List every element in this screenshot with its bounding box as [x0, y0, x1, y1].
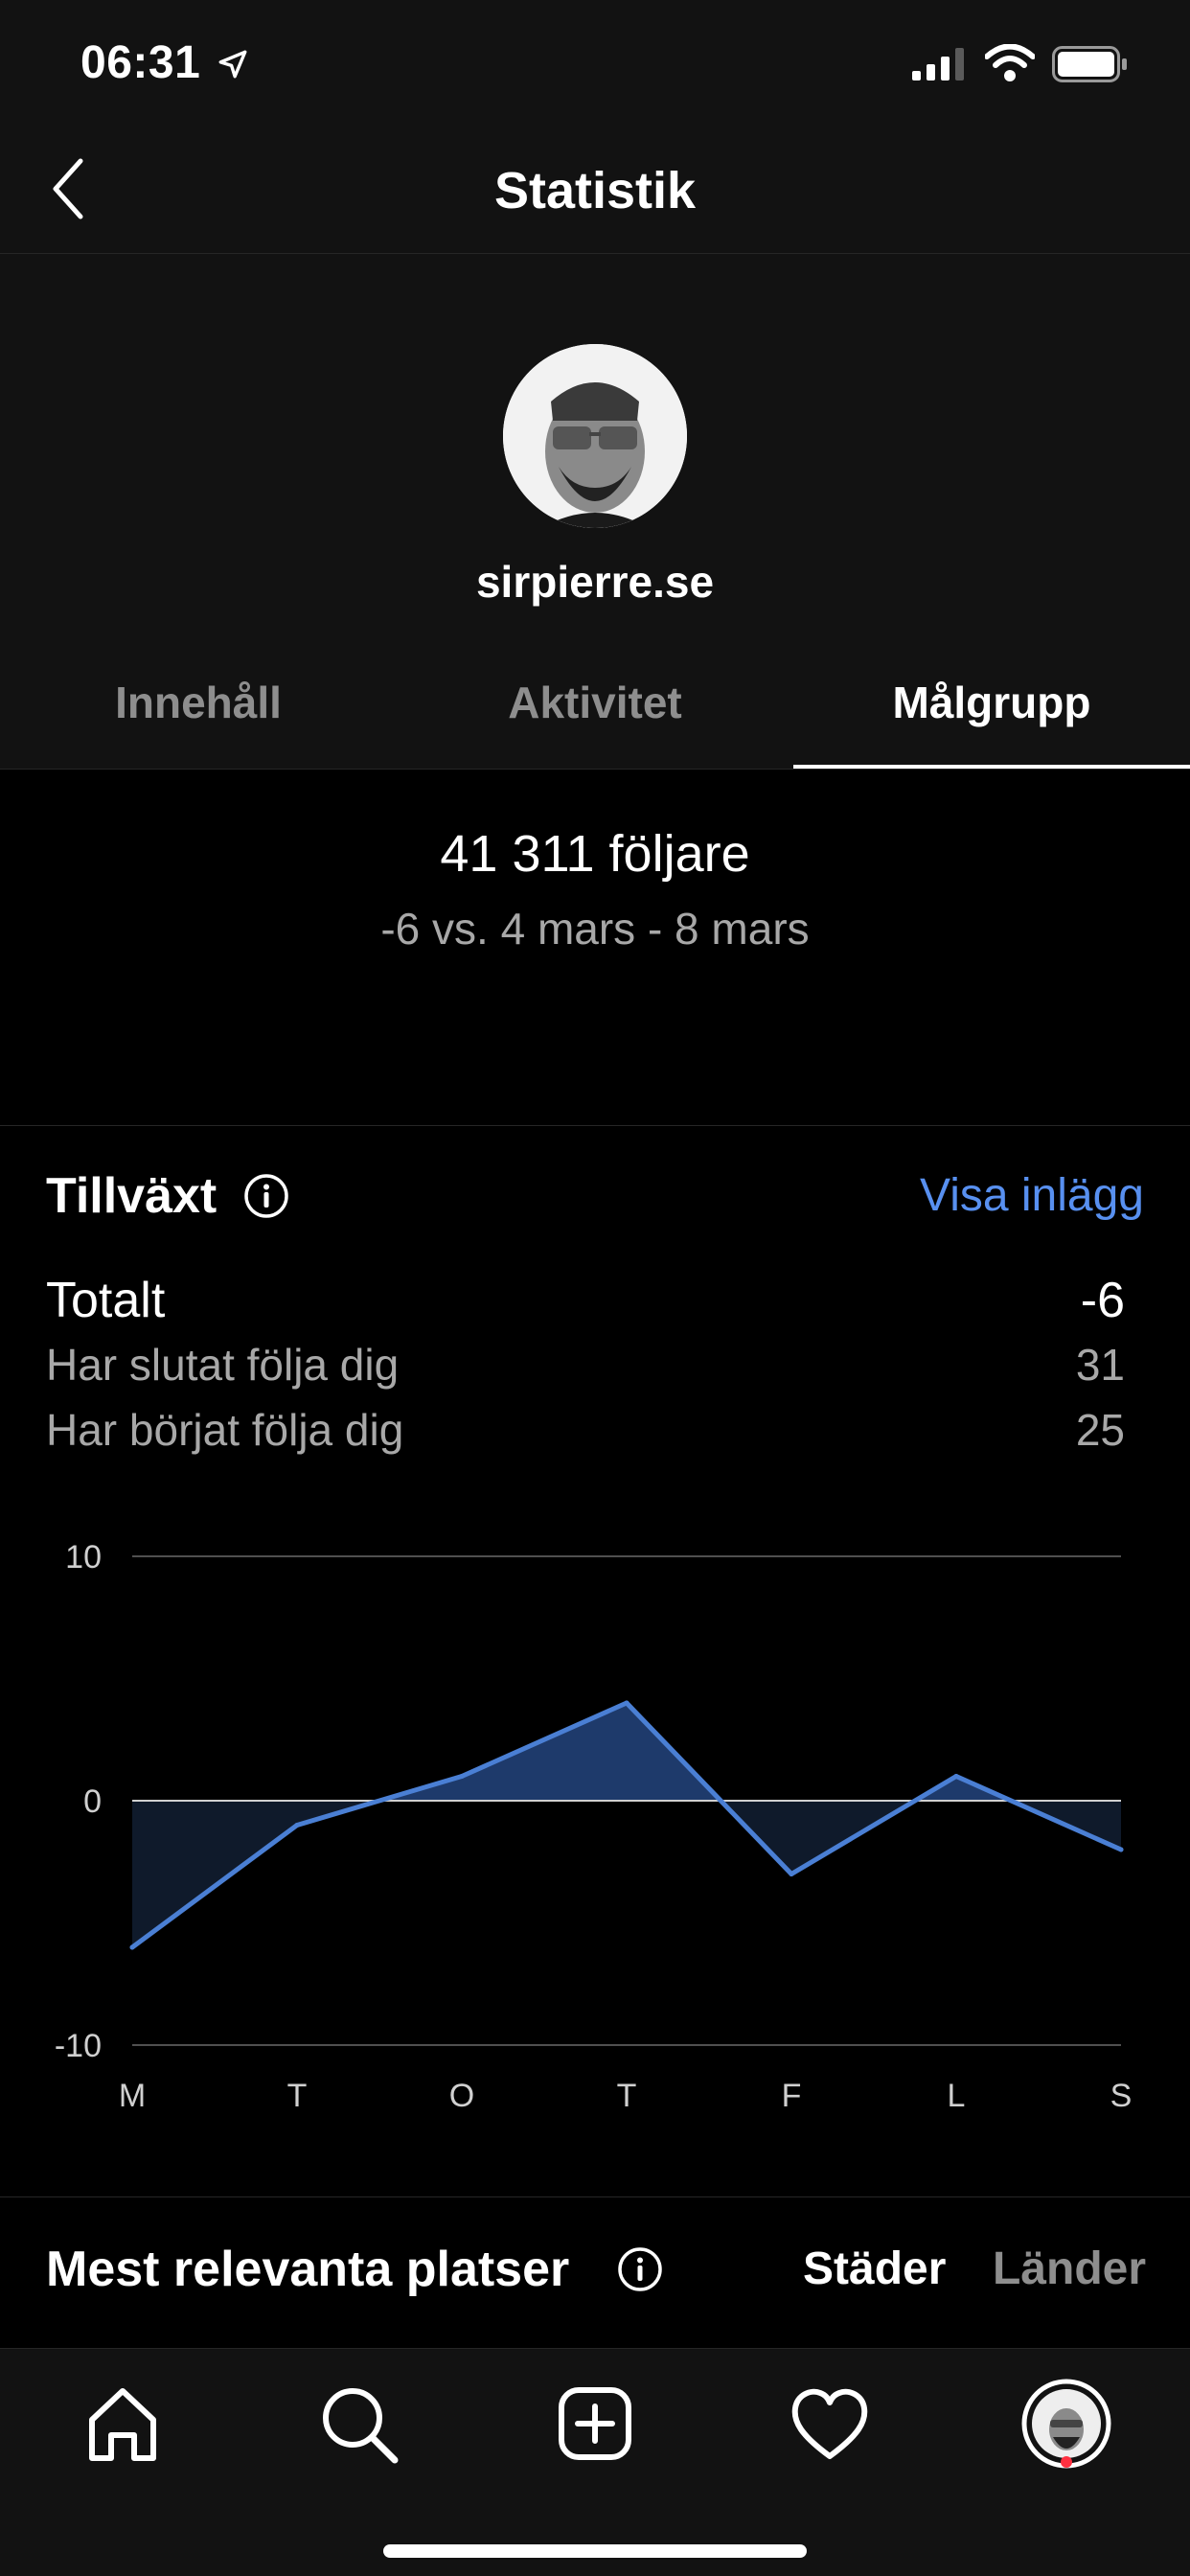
places-tab-cities[interactable]: Städer	[803, 2242, 946, 2295]
stat-value: -6	[1080, 1273, 1125, 1328]
data-point	[624, 1700, 629, 1706]
x-tick-label: M	[119, 2078, 146, 2114]
section-divider	[0, 1125, 1190, 1126]
data-point	[953, 1774, 959, 1779]
x-tick-label: T	[617, 2078, 637, 2114]
stat-value: 25	[1075, 1405, 1125, 1455]
stat-value: 31	[1075, 1340, 1125, 1390]
cellular-signal-icon	[912, 48, 964, 80]
status-bar: 06:31	[0, 0, 1190, 126]
show-posts-link[interactable]: Visa inlägg	[920, 1169, 1144, 1222]
x-tick-label: S	[1110, 2078, 1133, 2114]
bottom-navigation	[0, 2348, 1190, 2576]
location-arrow-icon	[218, 50, 247, 79]
y-tick-label: 10	[65, 1539, 102, 1576]
followers-count: 41 311 följare	[440, 825, 750, 883]
x-tick-label: L	[948, 2078, 966, 2114]
data-point	[294, 1823, 300, 1828]
active-tab-indicator	[793, 765, 1190, 769]
battery-icon	[1052, 46, 1127, 82]
data-point	[459, 1774, 465, 1779]
avatar-portrait-icon	[503, 344, 687, 528]
y-tick-label: 0	[83, 1783, 102, 1820]
stat-label: Har börjat följa dig	[46, 1405, 404, 1455]
x-tick-label: T	[287, 2078, 308, 2114]
data-point	[1118, 1847, 1124, 1852]
followers-summary: 41 311 följare -6 vs. 4 mars - 8 mars	[0, 824, 1190, 954]
growth-info-icon[interactable]	[243, 1173, 289, 1219]
navigation-header: Statistik	[0, 126, 1190, 254]
stat-label: Har slutat följa dig	[46, 1340, 400, 1390]
y-tick-label: -10	[55, 2028, 102, 2064]
statistics-screen: 06:31 Statistik sirpierre.se Innehåll Ak…	[0, 0, 1190, 2576]
search-icon[interactable]	[310, 2376, 406, 2472]
profile-avatar	[503, 344, 687, 528]
add-post-icon[interactable]	[547, 2376, 643, 2472]
followers-delta: -6 vs. 4 mars - 8 mars	[380, 904, 810, 954]
home-indicator[interactable]	[383, 2544, 807, 2558]
status-time: 06:31	[80, 37, 201, 88]
tab-audience[interactable]: Målgrupp	[793, 656, 1190, 769]
profile-section: sirpierre.se Innehåll Aktivitet Målgrupp	[0, 254, 1190, 770]
insights-tabs: Innehåll Aktivitet Målgrupp	[0, 656, 1190, 770]
section-divider	[0, 2196, 1190, 2197]
notification-dot	[1061, 2456, 1072, 2468]
tab-activity[interactable]: Aktivitet	[397, 656, 793, 769]
growth-title: Tillväxt	[46, 1168, 217, 1224]
data-point	[129, 1944, 135, 1950]
x-tick-label: O	[449, 2078, 474, 2114]
home-icon[interactable]	[75, 2376, 171, 2472]
places-title: Mest relevanta platser	[46, 2242, 570, 2297]
wifi-icon	[985, 44, 1035, 81]
places-tab-countries[interactable]: Länder	[993, 2242, 1146, 2295]
places-info-icon[interactable]	[617, 2246, 663, 2292]
x-tick-label: F	[782, 2078, 802, 2114]
stat-label: Totalt	[46, 1273, 166, 1328]
profile-username: sirpierre.se	[475, 557, 715, 607]
tab-content[interactable]: Innehåll	[0, 656, 397, 769]
data-point	[789, 1872, 794, 1876]
growth-chart: 10 0 -10 M T O T F L S	[55, 1539, 1133, 2114]
activity-heart-icon[interactable]	[782, 2376, 878, 2472]
page-title: Statistik	[493, 162, 697, 219]
